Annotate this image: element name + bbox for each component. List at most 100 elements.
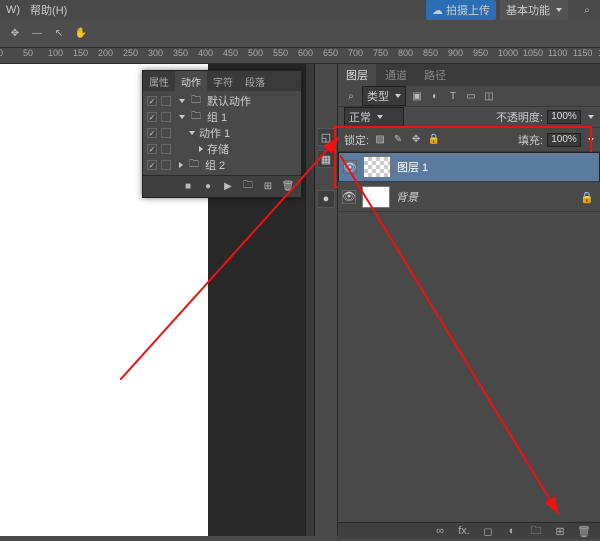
tab-actions[interactable]: 动作 <box>175 71 207 91</box>
menu-help[interactable]: 帮助(H) <box>30 2 67 18</box>
filter-icon[interactable]: ⌕ <box>344 89 358 103</box>
action-row[interactable]: ✓ 动作 1 <box>143 125 301 141</box>
tab-channels[interactable]: 通道 <box>377 63 415 87</box>
filter-type-icon[interactable]: T <box>446 89 460 103</box>
menu-window[interactable]: W) <box>6 4 20 16</box>
dialog-icon[interactable] <box>161 144 171 154</box>
fill-label: 填充: <box>518 132 543 148</box>
upload-button[interactable]: ☁ 拍摄上传 <box>426 0 496 20</box>
action-row[interactable]: ✓ 🗀 组 2 <box>143 157 301 173</box>
ruler-tick: 900 <box>448 48 463 58</box>
actions-list: ✓ 🗀 默认动作✓ 🗀 组 1✓ 动作 1✓ 存储✓ 🗀 组 2 <box>143 91 301 175</box>
layer-name[interactable]: 图层 1 <box>397 159 428 175</box>
search-icon[interactable]: ⌕ <box>580 3 594 17</box>
stop-icon[interactable]: ■ <box>181 180 195 194</box>
upload-label: 拍摄上传 <box>446 2 490 18</box>
ruler-tick: 550 <box>273 48 288 58</box>
action-label: 组 2 <box>205 157 225 173</box>
action-row[interactable]: ✓ 🗀 组 1 <box>143 109 301 125</box>
layer-row[interactable]: 👁 背景 🔒 <box>338 182 600 212</box>
ruler-tick: 1000 <box>498 48 518 58</box>
lock-icon: 🔒 <box>580 191 592 203</box>
disclosure-icon[interactable] <box>179 99 185 103</box>
tab-layers[interactable]: 图层 <box>338 63 376 87</box>
ruler-tick: 950 <box>473 48 488 58</box>
ruler-tick: 300 <box>148 48 163 58</box>
disclosure-icon[interactable] <box>189 131 195 135</box>
lock-all-icon[interactable]: 🔒 <box>427 133 441 147</box>
ruler-tick: 1050 <box>523 48 543 58</box>
link-layers-icon[interactable]: ∞ <box>432 523 448 539</box>
check-icon[interactable]: ✓ <box>147 128 157 138</box>
filter-image-icon[interactable]: ▣ <box>410 89 424 103</box>
new-action-icon[interactable]: ⊞ <box>261 180 275 194</box>
visibility-icon[interactable]: 👁 <box>342 190 356 204</box>
ruler-tick: 1100 <box>548 48 567 58</box>
adjustment-icon[interactable]: ◐ <box>504 523 520 539</box>
brush-dock-icon[interactable]: ● <box>317 190 335 208</box>
fx-icon[interactable]: fx. <box>456 523 472 539</box>
filter-adjust-icon[interactable]: ◐ <box>428 89 442 103</box>
blend-mode-select[interactable]: 正常 <box>344 107 404 127</box>
layers-footer: ∞ fx. ◻ ◐ 🗀 ⊞ 🗑 <box>338 522 600 539</box>
horizontal-ruler: 0501001502002503003504004505005506006507… <box>0 48 600 64</box>
lock-transparent-icon[interactable]: ▨ <box>373 133 387 147</box>
disclosure-icon[interactable] <box>179 162 183 168</box>
visibility-icon[interactable]: 👁 <box>343 160 357 174</box>
workspace-mode-button[interactable]: 基本功能 <box>500 0 568 20</box>
layer-thumbnail[interactable] <box>363 156 391 178</box>
action-row[interactable]: ✓ 🗀 默认动作 <box>143 93 301 109</box>
workspace-mode-label: 基本功能 <box>506 2 550 18</box>
swatches-dock-icon[interactable]: ▦ <box>317 150 335 168</box>
dialog-icon[interactable] <box>161 112 171 122</box>
check-icon[interactable]: ✓ <box>147 96 157 106</box>
chevron-down-icon <box>395 94 401 98</box>
record-icon[interactable]: ● <box>201 180 215 194</box>
action-label: 存储 <box>207 141 229 157</box>
opacity-input[interactable]: 100% <box>547 110 581 124</box>
dialog-icon[interactable] <box>161 128 171 138</box>
disclosure-icon[interactable] <box>179 115 185 119</box>
tab-properties[interactable]: 属性 <box>143 71 175 91</box>
pointer-icon[interactable]: ↖ <box>52 27 66 41</box>
dialog-icon[interactable] <box>161 96 171 106</box>
check-icon[interactable]: ✓ <box>147 160 157 170</box>
fill-input[interactable]: 100% <box>547 133 581 147</box>
move-tool-icon[interactable]: ✥ <box>8 27 22 41</box>
lock-paint-icon[interactable]: ✎ <box>391 133 405 147</box>
filter-smart-icon[interactable]: ◫ <box>482 89 496 103</box>
layer-name[interactable]: 背景 <box>396 189 418 205</box>
panel-divider[interactable] <box>305 64 315 536</box>
lock-move-icon[interactable]: ✥ <box>409 133 423 147</box>
tab-paths[interactable]: 路径 <box>416 63 454 87</box>
disclosure-icon[interactable] <box>199 146 203 152</box>
trash-icon[interactable]: 🗑 <box>576 523 592 539</box>
check-icon[interactable]: ✓ <box>147 112 157 122</box>
trash-icon[interactable]: 🗑 <box>281 180 295 194</box>
layer-thumbnail[interactable] <box>362 186 390 208</box>
ruler-tick: 200 <box>98 48 113 58</box>
history-dock-icon[interactable]: ◱ <box>317 128 335 146</box>
new-layer-icon[interactable]: ⊞ <box>552 523 568 539</box>
play-icon[interactable]: ▶ <box>221 180 235 194</box>
new-set-icon[interactable]: 🗀 <box>241 180 255 194</box>
filter-type-label: 类型 <box>367 88 389 104</box>
action-row[interactable]: ✓ 存储 <box>143 141 301 157</box>
hand-icon[interactable]: ✋ <box>74 27 88 41</box>
tab-paragraph[interactable]: 段落 <box>239 71 271 91</box>
blend-opacity-row: 正常 不透明度: 100% <box>338 107 600 128</box>
tab-character[interactable]: 字符 <box>207 71 239 91</box>
filter-shape-icon[interactable]: ▭ <box>464 89 478 103</box>
group-icon[interactable]: 🗀 <box>528 523 544 539</box>
filter-type-select[interactable]: 类型 <box>362 86 406 106</box>
action-label: 动作 1 <box>199 125 230 141</box>
lock-fill-row: 锁定: ▨ ✎ ✥ 🔒 填充: 100% <box>338 128 600 152</box>
ruler-tick: 850 <box>423 48 438 58</box>
actions-panel: 属性 动作 字符 段落 ✓ 🗀 默认动作✓ 🗀 组 1✓ 动作 1✓ 存储✓ 🗀… <box>142 70 302 198</box>
dialog-icon[interactable] <box>161 160 171 170</box>
mask-icon[interactable]: ◻ <box>480 523 496 539</box>
ruler-tick: 100 <box>48 48 63 58</box>
check-icon[interactable]: ✓ <box>147 144 157 154</box>
dash-icon: — <box>30 27 44 41</box>
layer-row[interactable]: 👁 图层 1 <box>338 152 600 182</box>
